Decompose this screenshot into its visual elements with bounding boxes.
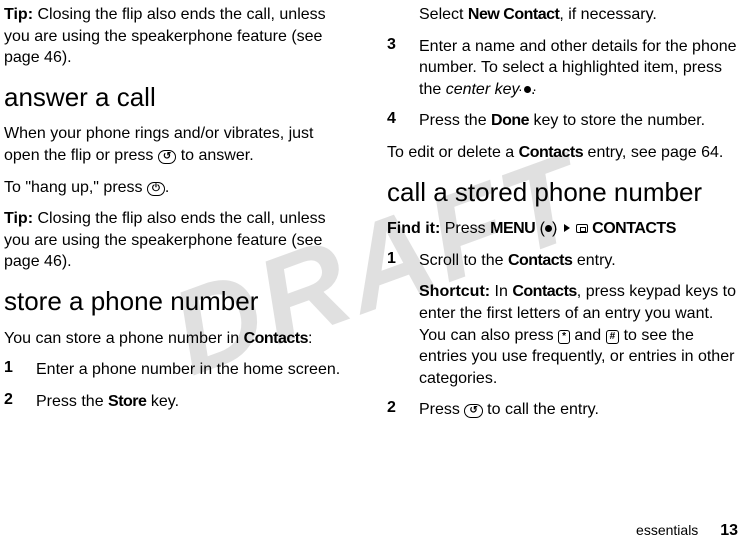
contacts-label: Contacts: [512, 283, 576, 300]
store-step-4: 4 Press the Done key to store the number…: [387, 110, 738, 132]
step-number: 2: [4, 391, 18, 413]
contacts-label: Contacts: [508, 252, 572, 269]
right-column: Select New Contact, if necessary. 3 Ente…: [369, 0, 738, 546]
edit-delete-note: To edit or delete a Contacts entry, see …: [387, 142, 738, 164]
nav-right-icon: [564, 224, 570, 232]
text: Press: [419, 401, 464, 418]
text: entry.: [572, 252, 615, 269]
step-number: 4: [387, 110, 401, 132]
page-body: Tip: Closing the flip also ends the call…: [0, 0, 756, 546]
shortcut-paragraph: Shortcut: In Contacts, press keypad keys…: [419, 281, 738, 389]
text: key.: [146, 393, 179, 410]
text: , if necessary.: [559, 6, 657, 23]
store-key-label: Store: [108, 393, 146, 410]
send-key-icon: ↺: [158, 150, 176, 164]
text: To edit or delete a: [387, 144, 519, 161]
answer-paragraph: When your phone rings and/or vibrates, j…: [4, 123, 351, 166]
heading-call-stored: call a stored phone number: [387, 178, 738, 207]
contacts-app-icon: [576, 224, 588, 233]
step-body: Enter a name and other details for the p…: [419, 36, 738, 101]
step-body: Press ↺ to call the entry.: [419, 399, 738, 421]
tip-paragraph-2: Tip: Closing the flip also ends the call…: [4, 208, 351, 273]
tip-body: Closing the flip also ends the call, unl…: [4, 210, 326, 270]
text: .: [165, 179, 169, 196]
text: to answer.: [176, 147, 253, 164]
step-number: 1: [387, 250, 401, 390]
store-step-2: 2 Press the Store key.: [4, 391, 351, 413]
contacts-menu-label: CONTACTS: [588, 220, 676, 237]
step-body: Press the Done key to store the number.: [419, 110, 738, 132]
step-body: Enter a phone number in the home screen.: [36, 359, 351, 381]
heading-store-number: store a phone number: [4, 287, 351, 316]
scroll-line: Scroll to the Contacts entry.: [419, 250, 738, 272]
store-step-3: 3 Enter a name and other details for the…: [387, 36, 738, 101]
new-contact-label: New Contact: [468, 6, 559, 23]
text: :: [308, 330, 312, 347]
heading-answer-a-call: answer a call: [4, 83, 351, 112]
tip-body: Closing the flip also ends the call, unl…: [4, 6, 326, 66]
center-key-icon: [545, 225, 552, 232]
text: Select: [419, 6, 468, 23]
text: to call the entry.: [483, 401, 599, 418]
tip-label: Tip:: [4, 210, 33, 227]
end-key-icon: ⏻: [147, 182, 165, 196]
left-column: Tip: Closing the flip also ends the call…: [0, 0, 369, 546]
step-number: 1: [4, 359, 18, 381]
text: key to store the number.: [529, 112, 705, 129]
text: entry, see page 64.: [583, 144, 723, 161]
tip-paragraph-1: Tip: Closing the flip also ends the call…: [4, 4, 351, 69]
text: Scroll to the: [419, 252, 508, 269]
call-step-2: 2 Press ↺ to call the entry.: [387, 399, 738, 421]
send-key-icon: ↺: [464, 404, 482, 418]
hash-key-icon: #: [606, 330, 620, 344]
text: Press the: [36, 393, 108, 410]
text: You can store a phone number in: [4, 330, 244, 347]
store-intro: You can store a phone number in Contacts…: [4, 328, 351, 350]
center-key-icon: [524, 86, 531, 93]
contacts-label: Contacts: [519, 144, 583, 161]
text: Press the: [419, 112, 491, 129]
text: Press: [440, 220, 490, 237]
text: To "hang up," press: [4, 179, 147, 196]
step-number: 2: [387, 399, 401, 421]
store-step-1: 1 Enter a phone number in the home scree…: [4, 359, 351, 381]
shortcut-label: Shortcut:: [419, 283, 490, 300]
step-body: Scroll to the Contacts entry. Shortcut: …: [419, 250, 738, 390]
find-it-line: Find it: Press MENU () CONTACTS: [387, 218, 738, 240]
step-body: Press the Store key.: [36, 391, 351, 413]
contacts-label: Contacts: [244, 330, 308, 347]
star-key-icon: *: [558, 330, 570, 344]
call-step-1: 1 Scroll to the Contacts entry. Shortcut…: [387, 250, 738, 390]
done-key-label: Done: [491, 112, 529, 129]
text: and: [570, 327, 606, 344]
tip-label: Tip:: [4, 6, 33, 23]
hangup-paragraph: To "hang up," press ⏻.: [4, 177, 351, 199]
menu-label: MENU: [490, 220, 535, 237]
text: In: [490, 283, 512, 300]
center-key-label: center key: [446, 81, 520, 98]
step-number: 3: [387, 36, 401, 101]
select-new-contact: Select New Contact, if necessary.: [419, 4, 738, 26]
find-it-label: Find it:: [387, 220, 440, 237]
